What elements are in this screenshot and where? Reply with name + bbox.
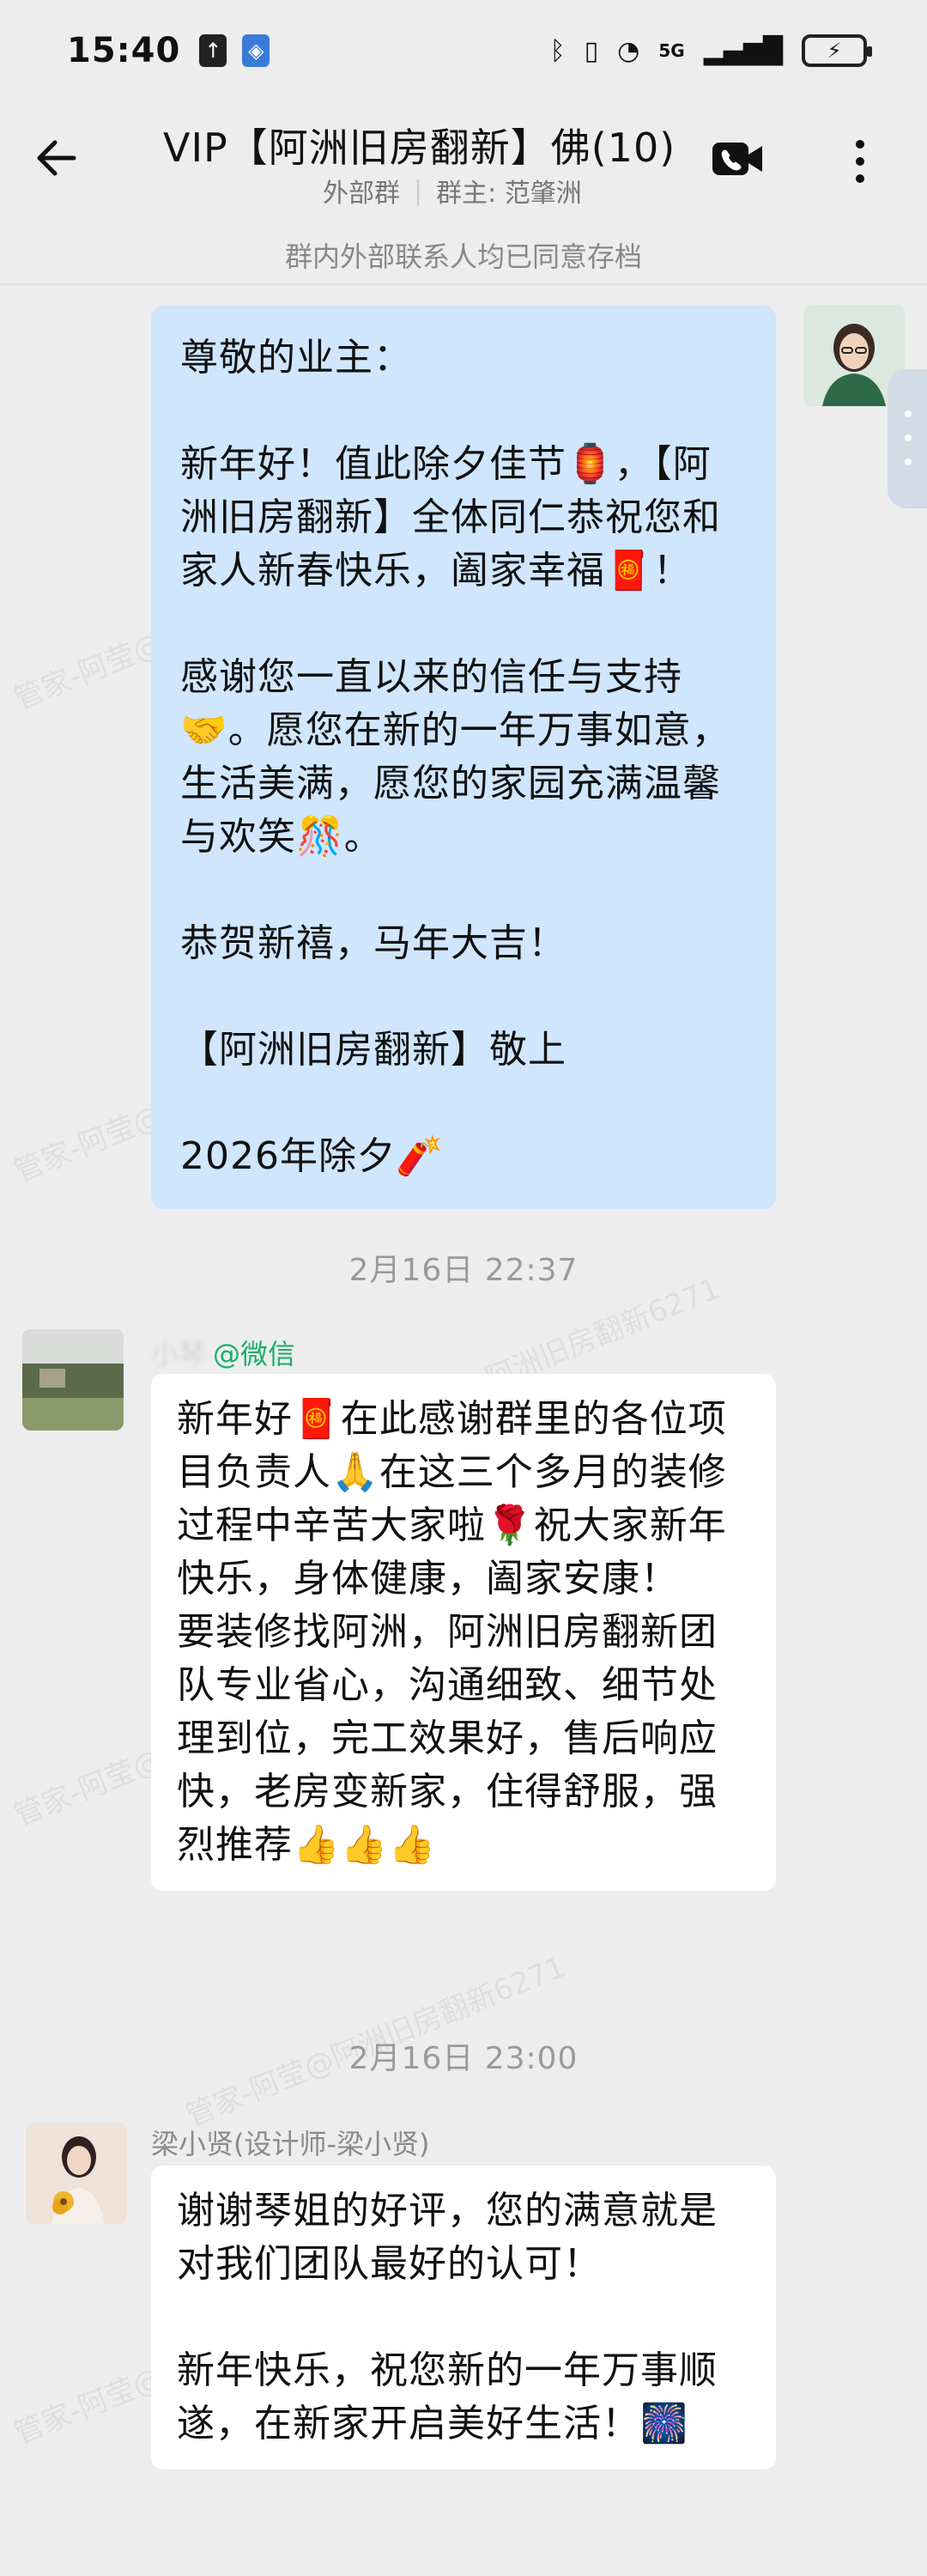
sender-avatar[interactable] xyxy=(22,1329,124,1431)
back-arrow-icon[interactable] xyxy=(31,132,82,184)
message-bubble[interactable]: 新年好🧧在此感谢群里的各位项目负责人🙏在这三个多月的装修过程中辛苦大家啦🌹祝大家… xyxy=(151,1374,776,1891)
group-owner: 群主: 范肇洲 xyxy=(436,179,582,209)
wifi-icon: ◔ xyxy=(617,35,640,66)
message-bubble[interactable]: 谢谢琴姐的好评，您的满意就是对我们团队最好的认可！ 新年快乐，祝您新的一年万事顺… xyxy=(151,2166,776,2470)
chat-title[interactable]: VIP【阿洲旧房翻新】佛(10) xyxy=(163,117,712,173)
system-icons: ᛒ ▯ ◔ 5G ▂▄▆█ ⚡ xyxy=(549,34,872,67)
landscape-avatar-icon xyxy=(22,1329,124,1431)
chat-subtitle: 外部群 | 群主: 范肇洲 xyxy=(323,172,582,210)
network-label: 5G xyxy=(658,40,685,61)
side-drawer-handle[interactable] xyxy=(888,369,927,508)
notification-icons: ↑ ◈ xyxy=(199,34,270,67)
upload-icon: ↑ xyxy=(199,34,227,67)
bluetooth-icon: ᛒ xyxy=(549,35,566,66)
message-timestamp: 2月16日 22:37 xyxy=(348,1253,579,1288)
archive-notice: 群内外部联系人均已同意存档 xyxy=(284,240,642,273)
message-bubble-self[interactable]: 尊敬的业主： 新年好！值此除夕佳节🏮，【阿洲旧房翻新】全体同仁恭祝您和家人新春快… xyxy=(151,306,776,1209)
subtitle-separator: | xyxy=(414,175,423,206)
sender-avatar[interactable] xyxy=(26,2123,127,2224)
message-timestamp: 2月16日 23:00 xyxy=(348,2041,579,2076)
wechat-tag: @微信 xyxy=(213,1338,296,1370)
more-options-icon[interactable] xyxy=(845,136,876,187)
signal-icon: ▂▄▆█ xyxy=(703,35,783,66)
chat-header: VIP【阿洲旧房翻新】佛(10) 外部群 | 群主: 范肇洲 xyxy=(0,101,927,230)
sender-name: 梁小贤(设计师-梁小贤) xyxy=(151,2128,430,2160)
header-divider xyxy=(0,283,927,285)
group-type: 外部群 xyxy=(323,179,400,209)
sender-name: 小琴 xyxy=(151,1338,207,1370)
vibrate-icon: ▯ xyxy=(584,35,599,66)
app-notification-icon: ◈ xyxy=(242,34,270,67)
battery-charging-icon: ⚡ xyxy=(802,34,872,67)
person-avatar-icon xyxy=(26,2123,127,2224)
video-call-icon[interactable] xyxy=(711,137,764,180)
sender-name-row: 小琴 @微信 xyxy=(151,1333,295,1372)
status-bar: 15:40 ↑ ◈ ᛒ ▯ ◔ 5G ▂▄▆█ ⚡ xyxy=(0,0,927,101)
status-time: 15:40 xyxy=(67,31,181,70)
